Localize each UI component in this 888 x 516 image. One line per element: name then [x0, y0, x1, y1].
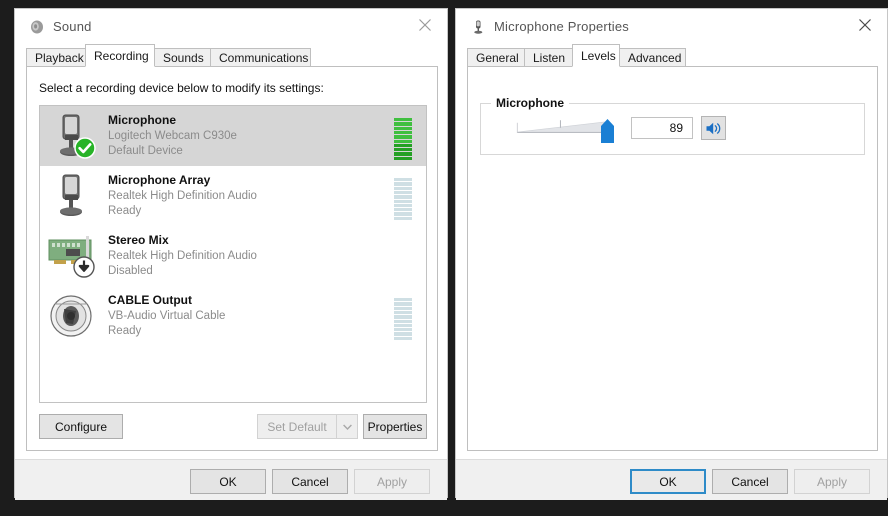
check-badge [74, 137, 96, 159]
tab-recording[interactable]: Recording [85, 44, 155, 67]
tab-playback-label: Playback [35, 51, 84, 65]
close-icon[interactable] [403, 9, 447, 41]
window-frame-left [0, 0, 14, 509]
configure-label: Configure [54, 419, 108, 434]
tab-advanced[interactable]: Advanced [619, 48, 686, 67]
properties-label: Properties [367, 419, 423, 434]
recording-tab-page: Select a recording device below to modif… [26, 66, 438, 451]
speaker-on-icon[interactable] [701, 116, 726, 140]
device-description: Logitech Webcam C930e [108, 129, 237, 142]
sound-window-title: Sound [53, 19, 92, 34]
tab-levels[interactable]: Levels [572, 44, 620, 67]
recording-device-list[interactable]: Microphone Logitech Webcam C930e Default… [39, 105, 427, 403]
device-text: CABLE Output VB-Audio Virtual Cable Read… [108, 293, 394, 339]
level-meter [394, 172, 412, 220]
properties-button[interactable]: Properties [363, 414, 427, 439]
device-name: Microphone [108, 112, 176, 127]
window-frame-divider [447, 0, 455, 516]
ok-button[interactable]: OK [630, 469, 706, 494]
ok-label: OK [219, 474, 237, 489]
mic-properties-tabstrip: General Listen Levels Advanced [467, 44, 876, 68]
tab-general-label: General [476, 51, 519, 65]
device-description: Realtek High Definition Audio [108, 189, 257, 202]
device-description: VB-Audio Virtual Cable [108, 309, 226, 322]
tab-sounds-label: Sounds [163, 51, 204, 65]
tab-listen[interactable]: Listen [524, 48, 573, 67]
speaker-cone-icon [46, 290, 102, 342]
sound-window: Sound Playback Recording Sounds Communic… [14, 8, 448, 500]
set-default-button[interactable]: Set Default [257, 414, 336, 439]
configure-button[interactable]: Configure [39, 414, 123, 439]
microphone-level-value-text: 89 [669, 121, 683, 135]
ok-label: OK [659, 474, 677, 489]
microphone-level-group: Microphone 89 [480, 96, 865, 155]
apply-label: Apply [816, 474, 848, 489]
chevron-down-icon[interactable] [336, 414, 358, 439]
screen: Sound Playback Recording Sounds Communic… [0, 0, 888, 516]
microphone-group-title: Microphone [491, 96, 569, 110]
cancel-button[interactable]: Cancel [272, 469, 348, 494]
device-state: Default Device [108, 144, 183, 157]
microphone-icon [470, 19, 486, 35]
speaker-icon [29, 19, 45, 35]
cancel-label: Cancel [731, 474, 769, 489]
device-name: Stereo Mix [108, 232, 169, 247]
recording-hint: Select a recording device below to modif… [39, 81, 324, 95]
down-arrow-badge [73, 256, 95, 278]
microphone-icon [46, 110, 102, 162]
microphone-volume-slider[interactable] [510, 116, 616, 144]
device-description: Realtek High Definition Audio [108, 249, 257, 262]
level-meter [394, 292, 412, 340]
tab-playback[interactable]: Playback [26, 48, 86, 67]
tab-communications[interactable]: Communications [210, 48, 311, 67]
set-default-split-button[interactable]: Set Default [257, 414, 358, 439]
apply-button: Apply [794, 469, 870, 494]
tab-sounds[interactable]: Sounds [154, 48, 211, 67]
cancel-button[interactable]: Cancel [712, 469, 788, 494]
mic-properties-title: Microphone Properties [494, 19, 629, 34]
tab-advanced-label: Advanced [628, 51, 682, 65]
tab-recording-label: Recording [94, 48, 149, 63]
apply-label: Apply [376, 474, 408, 489]
sound-tabstrip: Playback Recording Sounds Communications [26, 44, 436, 68]
device-name: CABLE Output [108, 292, 192, 307]
tab-listen-label: Listen [533, 51, 566, 65]
device-text: Stereo Mix Realtek High Definition Audio… [108, 233, 394, 279]
apply-button: Apply [354, 469, 430, 494]
device-state: Disabled [108, 264, 153, 277]
level-meter [394, 112, 412, 160]
sound-titlebar: Sound [15, 9, 447, 45]
mic-properties-titlebar: Microphone Properties [456, 9, 887, 45]
microphone-icon [46, 170, 102, 222]
slider-thumb[interactable] [599, 118, 616, 145]
sound-card-icon [46, 230, 102, 282]
levels-tab-page: Microphone 89 [467, 66, 878, 451]
device-state: Ready [108, 324, 142, 337]
microphone-level-value[interactable]: 89 [631, 117, 693, 139]
cancel-label: Cancel [291, 474, 329, 489]
device-list-item-microphone[interactable]: Microphone Logitech Webcam C930e Default… [40, 106, 426, 166]
device-name: Microphone Array [108, 172, 211, 187]
device-list-item-stereo-mix[interactable]: Stereo Mix Realtek High Definition Audio… [40, 226, 426, 286]
device-state: Ready [108, 204, 142, 217]
device-text: Microphone Array Realtek High Definition… [108, 173, 394, 219]
tab-communications-label: Communications [219, 51, 309, 65]
ok-button[interactable]: OK [190, 469, 266, 494]
window-frame-bottom [0, 498, 888, 516]
set-default-label: Set Default [267, 419, 327, 434]
device-list-item-microphone-array[interactable]: Microphone Array Realtek High Definition… [40, 166, 426, 226]
window-frame-top [0, 0, 888, 8]
device-text: Microphone Logitech Webcam C930e Default… [108, 113, 394, 159]
tab-levels-label: Levels [581, 48, 616, 63]
device-list-item-cable-output[interactable]: CABLE Output VB-Audio Virtual Cable Read… [40, 286, 426, 346]
tab-general[interactable]: General [467, 48, 525, 67]
close-icon[interactable] [843, 9, 887, 41]
microphone-properties-window: Microphone Properties General Listen Lev… [455, 8, 888, 500]
